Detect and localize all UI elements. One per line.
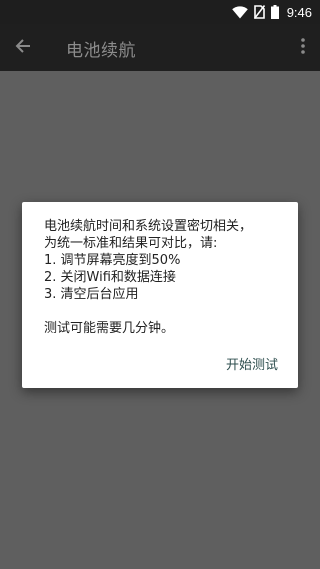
dialog-message-line: 为统一标准和结果可对比，请:: [44, 236, 218, 251]
no-sim-icon: [253, 5, 265, 19]
dialog-note: 测试可能需要几分钟。: [44, 321, 175, 336]
more-vert-icon: [301, 38, 305, 58]
status-time: 9:46: [286, 4, 312, 20]
status-icons: 9:46: [231, 0, 312, 24]
dialog-message-line: 1. 调节屏幕亮度到50%: [44, 253, 181, 268]
dialog-message-line: 2. 关闭Wifi和数据连接: [44, 270, 176, 285]
dialog-message-line: 3. 清空后台应用: [44, 287, 139, 302]
dialog-message-line: 电池续航时间和系统设置密切相关，: [44, 219, 253, 234]
overflow-menu-button[interactable]: [298, 37, 308, 59]
app-toolbar: 电池续航: [0, 24, 320, 71]
back-button[interactable]: [10, 35, 36, 61]
page-title: 电池续航: [66, 41, 136, 61]
dialog-message: 电池续航时间和系统设置密切相关， 为统一标准和结果可对比，请: 1. 调节屏幕亮…: [44, 218, 284, 303]
battery-icon: [270, 5, 279, 19]
battery-test-dialog: 电池续航时间和系统设置密切相关， 为统一标准和结果可对比，请: 1. 调节屏幕亮…: [22, 202, 298, 388]
arrow-left-icon: [15, 38, 31, 58]
start-test-button[interactable]: 开始测试: [226, 354, 278, 373]
status-bar: 9:46: [0, 0, 320, 24]
wifi-icon: [231, 5, 248, 19]
